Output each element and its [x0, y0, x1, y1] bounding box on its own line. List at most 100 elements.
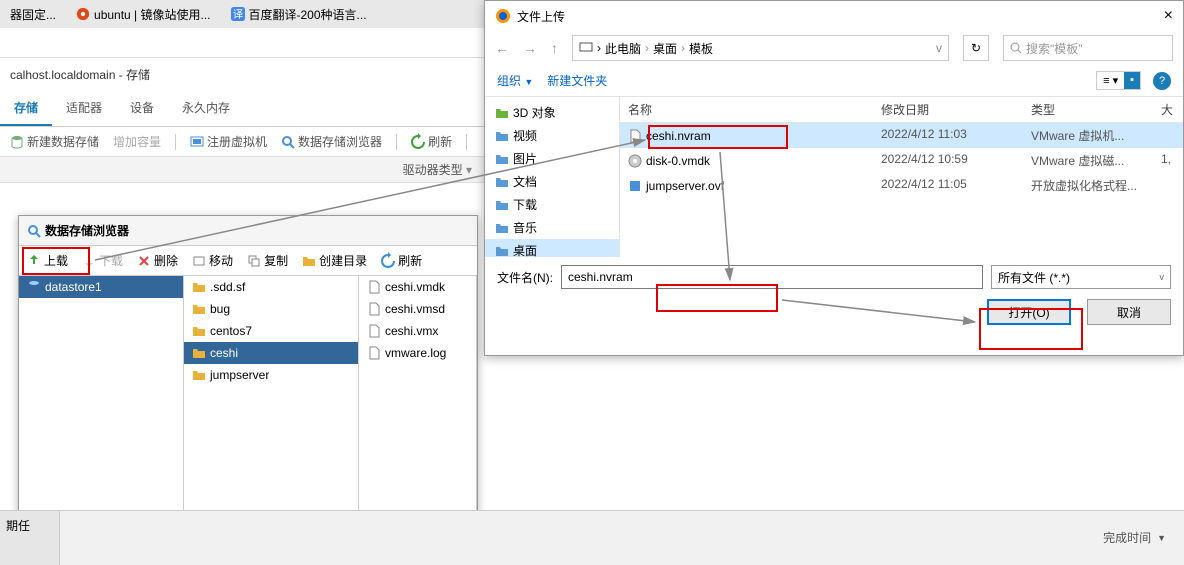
dialog-title: 数据存储浏览器	[19, 216, 477, 246]
delete-icon	[137, 254, 151, 268]
help-button[interactable]: ?	[1153, 72, 1171, 90]
browser-tab[interactable]: 器固定...	[0, 2, 66, 27]
database-icon	[10, 135, 24, 149]
refresh-icon	[411, 135, 425, 149]
view-toggle[interactable]: ≡ ▾ ▪	[1096, 71, 1141, 90]
tree-item-documents[interactable]: 文档	[485, 170, 619, 193]
col-size[interactable]: 大	[1153, 97, 1183, 122]
nav-up-button[interactable]: ↑	[551, 40, 558, 56]
ds-files: ceshi.vmdk ceshi.vmsd ceshi.vmx vmware.l…	[359, 276, 477, 546]
browse-icon	[27, 224, 41, 238]
search-input[interactable]: 搜索"模板"	[1003, 35, 1173, 61]
breadcrumb[interactable]: ›此电脑 ›桌面 ›模板 v	[572, 35, 949, 61]
tree-item-pictures[interactable]: 图片	[485, 147, 619, 170]
file-icon	[367, 324, 381, 338]
file-row[interactable]: ceshi.nvram 2022/4/12 11:03 VMware 虚拟机..…	[620, 123, 1183, 148]
close-button[interactable]: ×	[1164, 7, 1173, 25]
nav-refresh-button[interactable]: ↻	[963, 35, 989, 61]
tree-item-video[interactable]: 视频	[485, 124, 619, 147]
folder-item[interactable]: .sdd.sf	[184, 276, 358, 298]
ubuntu-icon	[76, 7, 90, 21]
folder-item[interactable]: jumpserver	[184, 364, 358, 386]
mkdir-button[interactable]: 创建目录	[302, 252, 367, 269]
folder-icon	[192, 280, 206, 294]
pc-icon	[579, 41, 593, 55]
filename-input[interactable]	[561, 265, 983, 289]
ovf-icon	[628, 179, 642, 193]
disk-icon	[628, 154, 642, 168]
tasks-label: 期任	[0, 511, 60, 565]
folder-icon	[495, 106, 509, 120]
new-datastore-button[interactable]: 新建数据存储	[10, 133, 99, 150]
browser-tab[interactable]: ubuntu | 镜像站使用...	[66, 2, 221, 27]
copy-button[interactable]: 复制	[247, 252, 288, 269]
col-type[interactable]: 类型	[1023, 97, 1153, 122]
folder-icon	[495, 244, 509, 258]
file-icon	[367, 302, 381, 316]
file-item[interactable]: ceshi.vmx	[359, 320, 476, 342]
move-button[interactable]: 移动	[192, 252, 233, 269]
tab-device[interactable]: 设备	[116, 91, 168, 126]
firefox-icon	[495, 8, 511, 24]
ds-folders: .sdd.sf bug centos7 ceshi jumpserver	[184, 276, 359, 546]
folder-icon	[495, 152, 509, 166]
ds-browser-button[interactable]: 数据存储浏览器	[281, 133, 382, 150]
vm-icon	[190, 135, 204, 149]
file-filter-dropdown[interactable]: 所有文件 (*.*)v	[991, 265, 1171, 289]
folder-plus-icon	[302, 254, 316, 268]
tab-storage[interactable]: 存储	[0, 91, 52, 126]
open-button[interactable]: 打开(O)	[987, 299, 1071, 325]
folder-icon	[495, 198, 509, 212]
register-vm-button[interactable]: 注册虚拟机	[190, 133, 267, 150]
file-row[interactable]: disk-0.vmdk 2022/4/12 10:59 VMware 虚拟磁..…	[620, 148, 1183, 173]
col-name[interactable]: 名称	[620, 97, 873, 122]
upload-button[interactable]: 上载	[27, 252, 68, 269]
folder-item[interactable]: centos7	[184, 320, 358, 342]
file-item[interactable]: ceshi.vmdk	[359, 276, 476, 298]
tree-item-music[interactable]: 音乐	[485, 216, 619, 239]
download-button: 下载	[82, 252, 123, 269]
ds-refresh-button[interactable]: 刷新	[381, 252, 422, 269]
browse-icon	[281, 135, 295, 149]
col-drivetype: 驱动器类型 ▾	[403, 161, 472, 178]
dialog-title: 文件上传	[517, 8, 565, 25]
cancel-button[interactable]: 取消	[1087, 299, 1171, 325]
browser-tab[interactable]: 译 百度翻译-200种语言...	[221, 2, 377, 27]
organize-menu[interactable]: 组织 ▼	[497, 72, 533, 89]
file-icon	[367, 280, 381, 294]
database-icon	[27, 280, 41, 294]
tab-pmem[interactable]: 永久内存	[168, 91, 244, 126]
completion-time-dropdown[interactable]: 完成时间 ▼	[1103, 529, 1166, 546]
move-icon	[192, 254, 206, 268]
folder-item[interactable]: ceshi	[184, 342, 358, 364]
folder-icon	[192, 302, 206, 316]
tree-item-downloads[interactable]: 下载	[485, 193, 619, 216]
col-date[interactable]: 修改日期	[873, 97, 1023, 122]
datastore-item[interactable]: datastore1	[19, 276, 183, 298]
new-folder-button[interactable]: 新建文件夹	[547, 72, 607, 89]
search-icon	[1010, 42, 1022, 54]
folder-item[interactable]: bug	[184, 298, 358, 320]
file-upload-dialog: 文件上传 × ← → ↑ ›此电脑 ›桌面 ›模板 v ↻ 搜索"模板" 组织 …	[484, 0, 1184, 356]
file-list-header: 名称 修改日期 类型 大	[620, 97, 1183, 123]
folder-icon	[495, 129, 509, 143]
refresh-button[interactable]: 刷新	[411, 133, 452, 150]
tab-adapter[interactable]: 适配器	[52, 91, 116, 126]
nav-back-button[interactable]: ←	[495, 40, 509, 56]
folder-icon	[495, 221, 509, 235]
folder-icon	[192, 368, 206, 382]
file-item[interactable]: ceshi.vmsd	[359, 298, 476, 320]
delete-button[interactable]: 删除	[137, 252, 178, 269]
folder-tree: 3D 对象 视频 图片 文档 下载 音乐 桌面	[485, 97, 620, 257]
translate-icon: 译	[231, 7, 245, 21]
folder-icon	[192, 346, 206, 360]
refresh-icon	[381, 254, 395, 268]
file-row[interactable]: jumpserver.ovf 2022/4/12 11:05 开放虚拟化格式程.…	[620, 173, 1183, 198]
tree-item-3d[interactable]: 3D 对象	[485, 101, 619, 124]
tree-item-desktop[interactable]: 桌面	[485, 239, 619, 257]
copy-icon	[247, 254, 261, 268]
download-icon	[82, 254, 96, 268]
nav-forward-button: →	[523, 40, 537, 56]
file-item[interactable]: vmware.log	[359, 342, 476, 364]
svg-text:译: 译	[232, 9, 243, 21]
